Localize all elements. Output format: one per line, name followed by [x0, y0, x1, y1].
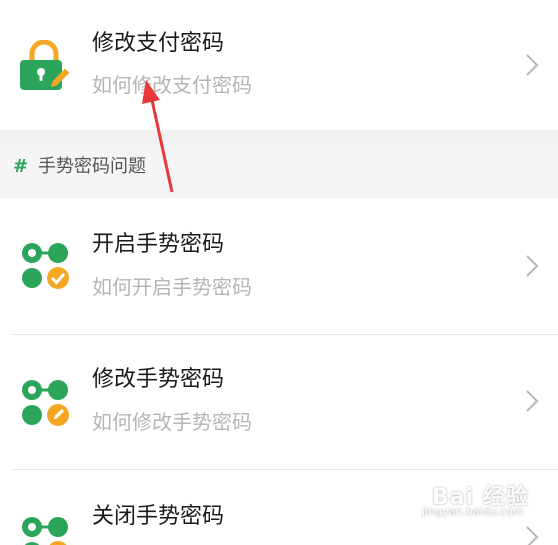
gesture-close-icon — [22, 517, 68, 545]
item-subtitle: 如何开启手势密码 — [92, 275, 252, 299]
gesture-check-icon — [22, 243, 69, 289]
item-subtitle: 如何修改支付密码 — [92, 73, 252, 97]
item-subtitle: 如何修改手势密码 — [92, 410, 252, 434]
hash-icon: # — [13, 156, 29, 177]
section-gap — [0, 130, 558, 144]
list-item-enable-gesture-password[interactable]: 开启手势密码 如何开启手势密码 — [0, 198, 558, 334]
chevron-right-icon — [526, 526, 539, 545]
item-title: 修改支付密码 — [92, 31, 225, 56]
screen: 修改支付密码 如何修改支付密码 # 手势密码问题 开启手势密码 如何开启手势密码 — [0, 0, 558, 545]
item-title: 关闭手势密码 — [92, 504, 225, 529]
chevron-right-icon — [526, 54, 539, 76]
list-item-change-gesture-password[interactable]: 修改手势密码 如何修改手势密码 — [0, 335, 558, 469]
lock-edit-icon — [20, 40, 70, 90]
section-header: # 手势密码问题 — [0, 144, 558, 198]
chevron-right-icon — [526, 390, 539, 412]
chevron-right-icon — [526, 255, 539, 277]
watermark-url: jingyan.baidu.com — [422, 505, 524, 518]
item-title: 开启手势密码 — [92, 232, 225, 257]
baidu-watermark: Bai 经验 jingyan.baidu.com — [422, 479, 552, 523]
gesture-edit-icon — [22, 380, 69, 426]
item-title: 修改手势密码 — [92, 367, 225, 392]
list-item-change-pay-password[interactable]: 修改支付密码 如何修改支付密码 — [0, 0, 558, 130]
section-title: 手势密码问题 — [38, 156, 146, 177]
